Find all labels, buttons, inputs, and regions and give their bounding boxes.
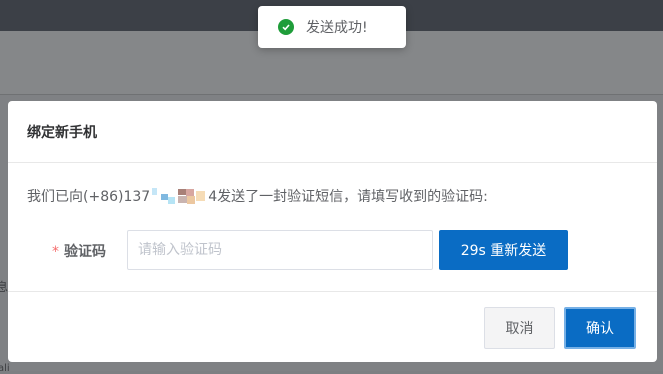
bind-phone-dialog: 绑定新手机 我们已向(+86)137 4发送了一封验证短信，请填写收到的验证码:… [8, 101, 657, 362]
verification-code-row: * 验证码 29s 重新发送 [8, 230, 657, 270]
confirm-button[interactable]: 确认 [564, 307, 636, 349]
dialog-footer: 取消 确认 [8, 291, 657, 362]
required-mark: * [52, 244, 59, 260]
toast-message: 发送成功! [306, 20, 368, 36]
verification-code-input[interactable] [127, 230, 433, 270]
cancel-button[interactable]: 取消 [484, 307, 555, 349]
dialog-header: 绑定新手机 [8, 101, 657, 163]
description-suffix: 4发送了一封验证短信，请填写收到的验证码: [208, 189, 488, 205]
resend-code-button[interactable]: 29s 重新发送 [439, 230, 568, 270]
background-text: 息 [0, 280, 9, 294]
success-check-icon [278, 19, 294, 35]
description-prefix: 我们已向(+86)137 [27, 189, 151, 205]
masked-phone-digits [150, 188, 208, 204]
background-text: ali [0, 363, 10, 374]
code-label: * 验证码 [52, 241, 106, 261]
code-label-text: 验证码 [64, 244, 106, 260]
dialog-description: 我们已向(+86)137 4发送了一封验证短信，请填写收到的验证码: [27, 186, 488, 206]
dialog-title: 绑定新手机 [27, 125, 97, 141]
success-toast: 发送成功! [258, 6, 406, 48]
